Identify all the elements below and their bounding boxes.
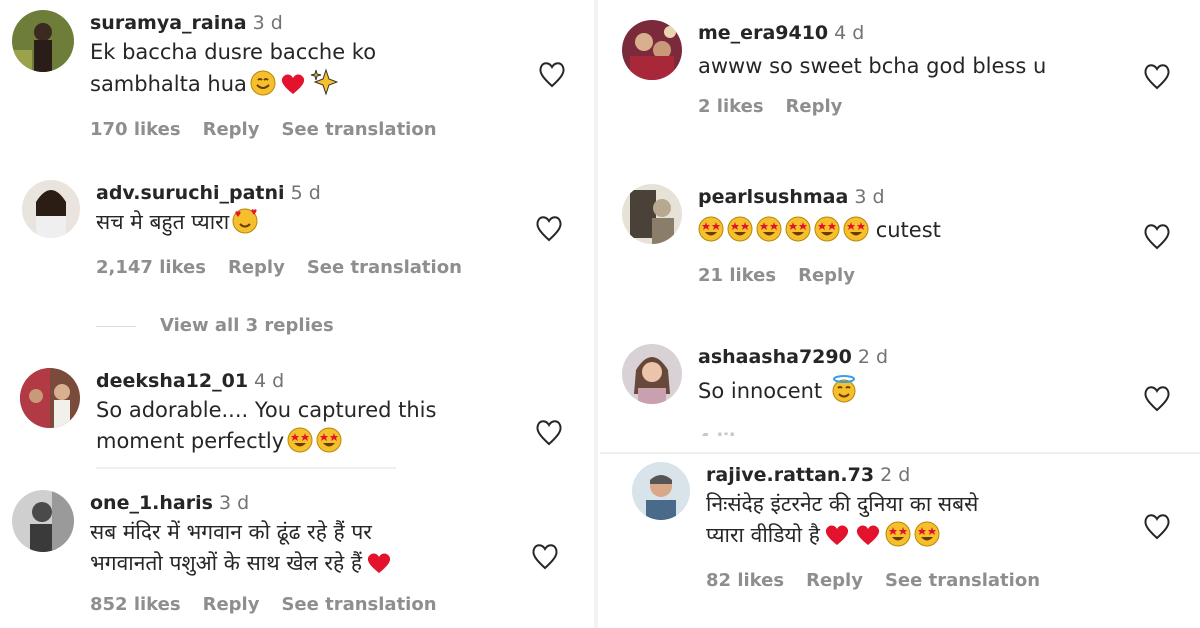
username[interactable]: ashaasha7290 [698, 346, 852, 368]
likes-count[interactable]: 2 likes [698, 96, 764, 117]
like-heart-icon[interactable] [1142, 222, 1172, 250]
red-heart-icon [823, 523, 851, 556]
comment-body: ashaasha7290 2 d So innocent [698, 344, 888, 412]
username[interactable]: one_1.haris [90, 492, 213, 514]
timestamp: 4 d [834, 22, 865, 44]
like-heart-icon[interactable] [530, 542, 560, 570]
right-comment-column: me_era9410 4 d awww so sweet bcha god ble… [600, 0, 1200, 628]
avatar[interactable] [12, 10, 74, 72]
likes-count[interactable]: 852 likes [90, 594, 181, 615]
see-translation-link[interactable]: See translation [281, 594, 436, 615]
comment-body: deeksha12_01 4 d So adorable.... You capt… [96, 368, 436, 462]
view-replies-link[interactable]: View all 3 replies [96, 315, 334, 336]
star-struck-emoji-icon [885, 521, 911, 556]
see-translation-link[interactable]: See translation [281, 119, 436, 140]
avatar[interactable] [622, 344, 682, 404]
timestamp: 4 d [254, 370, 285, 392]
separator-line [96, 467, 396, 469]
screenshot-cut [600, 436, 1200, 452]
like-heart-icon[interactable] [1142, 384, 1172, 412]
see-translation-link[interactable]: See translation [885, 570, 1040, 591]
reply-link[interactable]: Reply [798, 265, 855, 286]
star-struck-emoji-icon [727, 216, 753, 251]
comment: rajive.rattan.73 2 d निःसंदेह इंटरनेट की … [632, 462, 1200, 628]
comment: ashaasha7290 2 d So innocent [622, 344, 1200, 434]
comment-text: Ek baccha dusre bacche ko sambhalta hua [90, 37, 459, 105]
comment-body: adv.suruchi_patni 5 d सच मे बहुत प्यारा 2… [96, 180, 484, 278]
comment: deeksha12_01 4 d So adorable.... You capt… [20, 368, 592, 468]
timestamp: 2 d [880, 464, 911, 486]
comment-body: rajive.rattan.73 2 d निःसंदेह इंटरनेट की … [706, 462, 1062, 591]
username[interactable]: rajive.rattan.73 [706, 464, 874, 486]
likes-count[interactable]: 2,147 likes [96, 257, 206, 278]
star-struck-emoji-icon [814, 216, 840, 251]
like-heart-icon[interactable] [534, 214, 564, 242]
comment-body: me_era9410 4 d awww so sweet bcha god ble… [698, 20, 1046, 117]
red-heart-icon [279, 72, 307, 105]
comment-text: cutest [698, 215, 941, 251]
avatar[interactable] [12, 490, 74, 552]
left-comment-column: suramya_raina 3 d Ek baccha dusre bacche … [0, 0, 592, 628]
smiling-hearts-emoji-icon [232, 208, 258, 243]
red-heart-icon [365, 551, 393, 584]
username[interactable]: adv.suruchi_patni [96, 182, 285, 204]
comment: suramya_raina 3 d Ek baccha dusre bacche … [12, 10, 592, 150]
likes-count[interactable]: 170 likes [90, 119, 181, 140]
star-struck-emoji-icon [316, 427, 342, 462]
timestamp: 3 d [854, 186, 885, 208]
red-heart-icon [854, 523, 882, 556]
likes-count[interactable]: 21 likes [698, 265, 776, 286]
comment-text: So innocent [698, 375, 888, 412]
like-heart-icon[interactable] [1142, 512, 1172, 540]
avatar[interactable] [622, 184, 682, 244]
reply-link[interactable]: Reply [228, 257, 285, 278]
comment-body: suramya_raina 3 d Ek baccha dusre bacche … [90, 10, 459, 140]
avatar[interactable] [622, 20, 682, 80]
star-struck-emoji-icon [287, 427, 313, 462]
smiling-emoji-icon [250, 70, 276, 105]
replies-divider [96, 325, 136, 327]
star-struck-emoji-icon [756, 216, 782, 251]
sparkles-icon [310, 68, 339, 105]
like-heart-icon[interactable] [537, 60, 567, 88]
comment: me_era9410 4 d awww so sweet bcha god ble… [622, 20, 1200, 140]
comment-body: pearlsushmaa 3 d cutest 21 likes Reply [698, 184, 941, 286]
avatar[interactable] [632, 462, 690, 520]
username[interactable]: deeksha12_01 [96, 370, 248, 392]
see-translation-link[interactable]: See translation [307, 257, 462, 278]
star-struck-emoji-icon [843, 216, 869, 251]
reply-link[interactable]: Reply [203, 594, 260, 615]
avatar[interactable] [22, 180, 80, 238]
comment-text: सच मे बहुत प्यारा [96, 207, 484, 243]
like-heart-icon[interactable] [1142, 62, 1172, 90]
star-struck-emoji-icon [785, 216, 811, 251]
star-struck-emoji-icon [914, 521, 940, 556]
reply-link[interactable]: Reply [806, 570, 863, 591]
comment-text: सब मंदिर में भगवान को ढूंढ रहे हैं पर भगव… [90, 517, 459, 584]
separator-line [600, 452, 1200, 454]
avatar[interactable] [20, 368, 80, 428]
comment-text: निःसंदेह इंटरनेट की दुनिया का सबसे प्यारा… [706, 489, 1062, 556]
likes-count[interactable]: 82 likes [706, 570, 784, 591]
reply-link[interactable]: Reply [786, 96, 843, 117]
comment-body: one_1.haris 3 d सब मंदिर में भगवान को ढूं… [90, 490, 459, 615]
username[interactable]: pearlsushmaa [698, 186, 848, 208]
reply-link[interactable]: Reply [203, 119, 260, 140]
timestamp: 5 d [290, 182, 321, 204]
timestamp: 3 d [218, 492, 250, 514]
star-struck-emoji-icon [698, 216, 724, 251]
username[interactable]: suramya_raina [90, 12, 247, 34]
timestamp: 2 d [857, 346, 889, 368]
halo-emoji-icon [830, 375, 858, 412]
timestamp: 3 d [252, 12, 283, 34]
comment-text: awww so sweet bcha god bless u [698, 54, 1047, 78]
comment-text: So adorable.... You captured this moment … [96, 395, 436, 462]
username[interactable]: me_era9410 [698, 22, 828, 44]
column-divider [594, 0, 598, 628]
like-heart-icon[interactable] [534, 418, 564, 446]
comment: one_1.haris 3 d सब मंदिर में भगवान को ढूं… [12, 490, 592, 628]
comment: adv.suruchi_patni 5 d सच मे बहुत प्यारा 2… [22, 180, 592, 290]
comment: pearlsushmaa 3 d cutest 21 likes Reply [622, 184, 1200, 304]
